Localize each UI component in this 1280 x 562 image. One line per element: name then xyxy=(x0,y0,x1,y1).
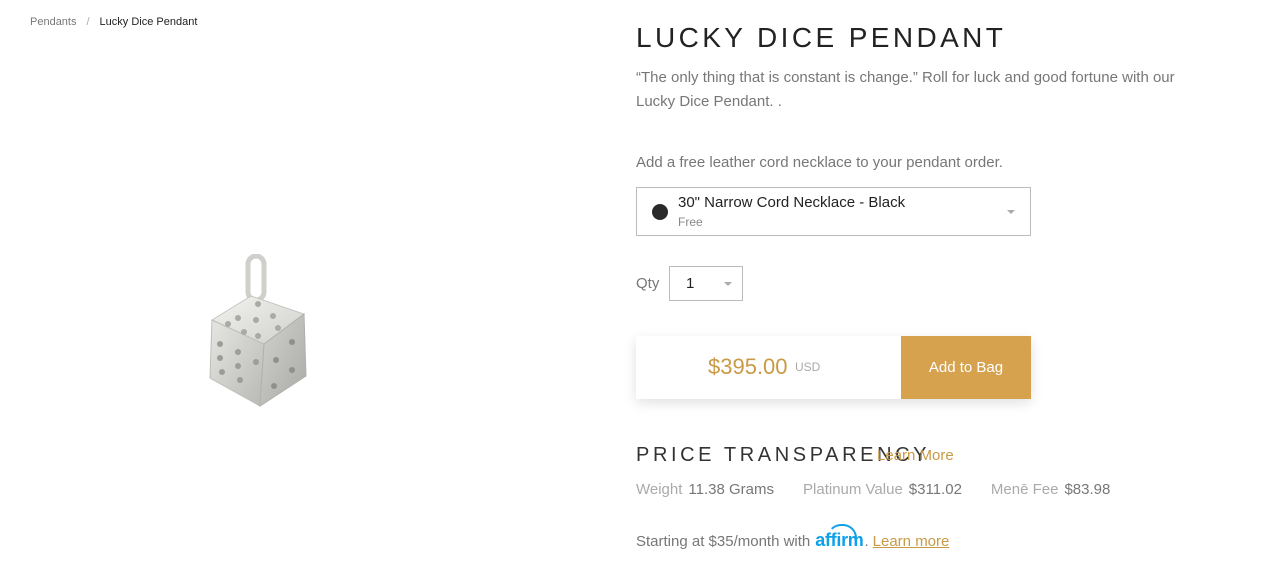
quantity-value: 1 xyxy=(686,275,695,292)
stat-value: $83.98 xyxy=(1064,481,1111,498)
cord-option-price: Free xyxy=(678,215,703,229)
stat-value: $311.02 xyxy=(908,481,962,498)
cord-necklace-select[interactable]: 30" Narrow Cord Necklace - Black Free xyxy=(636,187,1031,236)
affirm-arc-icon xyxy=(827,524,858,538)
stat-platinum-value: Platinum Value $311.02 xyxy=(803,481,962,498)
affirm-logo: affirm xyxy=(815,524,864,551)
cord-option-name: 30" Narrow Cord Necklace - Black xyxy=(678,194,906,211)
affirm-learn-more-link[interactable]: Learn more xyxy=(873,533,950,550)
stat-weight: Weight 11.38 Grams xyxy=(636,481,774,498)
breadcrumb-current: Lucky Dice Pendant xyxy=(99,16,198,28)
breadcrumb-pendants-link[interactable]: Pendants xyxy=(30,16,76,28)
product-description: “The only thing that is constant is chan… xyxy=(636,69,1175,110)
stat-label: Weight xyxy=(636,481,683,498)
financing-text: Starting at $35/month with xyxy=(636,533,811,550)
product-title: LUCKY DICE PENDANT xyxy=(636,22,1007,53)
buy-box: $395.00 USD Add to Bag xyxy=(636,336,1031,399)
breadcrumb-separator: / xyxy=(86,16,90,28)
add-to-bag-button[interactable]: Add to Bag xyxy=(901,336,1031,399)
quantity-select[interactable]: 1 xyxy=(669,266,743,301)
breadcrumb: Pendants / Lucky Dice Pendant xyxy=(30,16,197,28)
stat-value: 11.38 Grams xyxy=(688,481,775,498)
financing-period: . xyxy=(864,533,869,550)
qty-label: Qty xyxy=(636,275,660,292)
chevron-down-icon xyxy=(724,282,732,286)
price-transparency-stats: Weight 11.38 Grams Platinum Value $311.0… xyxy=(636,481,1139,498)
stat-label: Platinum Value xyxy=(803,481,903,498)
price-currency: USD xyxy=(795,360,821,374)
price-transparency-learn-more-link[interactable]: Learn More xyxy=(877,447,954,464)
cord-prompt: Add a free leather cord necklace to your… xyxy=(636,154,1003,171)
cord-color-swatch xyxy=(652,204,668,220)
financing-line: Starting at $35/month with affirm . Lear… xyxy=(636,524,950,551)
stat-mene-fee: Menē Fee $83.98 xyxy=(991,481,1110,498)
product-gallery[interactable] xyxy=(0,40,560,560)
chevron-down-icon xyxy=(1007,210,1015,214)
stat-label: Menē Fee xyxy=(990,481,1059,498)
product-price: $395.00 xyxy=(708,354,788,379)
dice-pendant-image xyxy=(209,254,307,407)
